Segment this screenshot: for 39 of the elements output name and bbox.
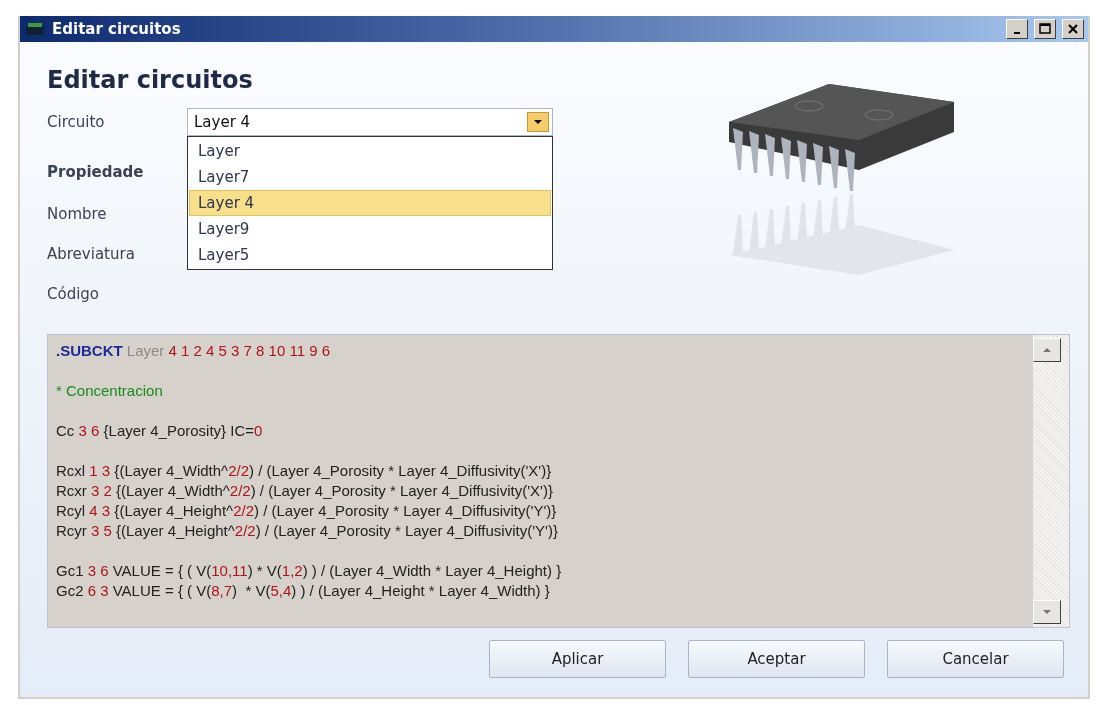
minimize-button[interactable] [1006,19,1028,39]
dropdown-caret-icon[interactable] [527,112,549,132]
scroll-down-button[interactable] [1033,600,1061,624]
dropdown-option[interactable]: Layer 4 [189,190,551,216]
code-line: Rcyl 4 3 {(Layer 4_Height^2/2) / (Layer 4_Porosity * Layer 4_Diffusivity('Y')} [56,501,558,521]
maximize-icon [1039,23,1051,35]
code-line: * Concentracion [56,381,164,401]
dialog-button[interactable]: Cancelar [887,640,1064,678]
dropdown-option[interactable]: Layer7 [189,164,551,190]
close-button[interactable] [1062,19,1084,39]
dropdown-option[interactable]: Layer [189,138,551,164]
minimize-icon [1014,32,1020,34]
scrollbar[interactable] [1033,335,1069,627]
window-title: Editar circuitos [52,20,182,38]
dialog-button[interactable]: Aceptar [688,640,865,678]
code-line: Rcxr 3 2 {(Layer 4_Width^2/2) / (Layer 4_Porosity * Layer 4_Diffusivity('X')} [56,481,554,501]
circuit-dropdown[interactable]: Layer 4 [187,108,553,136]
dropdown-option[interactable]: Layer5 [189,242,551,268]
field-label: Nombre [47,205,108,223]
code-line: .SUBCKT Layer 4 1 2 4 5 3 7 8 10 11 9 6 [56,341,332,361]
up-arrow-icon [1042,347,1052,353]
field-label: Código [47,285,101,303]
section-title: Propiedade [47,163,145,181]
maximize-button[interactable] [1034,19,1056,39]
code-line: Gc1 3 6 VALUE = { ( V(10,11) * V(1,2) ) / (Layer 4_Width * Layer 4_Height) } [56,561,563,581]
close-icon [1067,23,1079,35]
code-line: Rcxl 1 3 {(Layer 4_Width^2/2) / (Layer 4_Porosity * Layer 4_Diffusivity('X')} [56,461,553,481]
field-label: Circuito [47,113,106,131]
down-arrow-icon [1042,609,1052,615]
dialog-heading: Editar circuitos [47,66,254,94]
dropdown-option[interactable]: Layer9 [189,216,551,242]
code-line: Cc 3 6 {Layer 4_Porosity} IC=0 [56,421,264,441]
chip-icon [24,21,46,37]
field-label: Abreviatura [47,245,136,263]
code-line: Rcyr 3 5 {(Layer 4_Height^2/2) / (Layer 4_Porosity * Layer 4_Diffusivity('Y')} [56,521,559,541]
code-line: Gc2 6 3 VALUE = { ( V(8,7) * V(5,4) ) / (Layer 4_Height * Layer 4_Width) } [56,581,551,601]
dialog-button[interactable]: Aplicar [489,640,666,678]
scroll-up-button[interactable] [1033,338,1061,362]
code-editor[interactable] [47,334,1070,628]
